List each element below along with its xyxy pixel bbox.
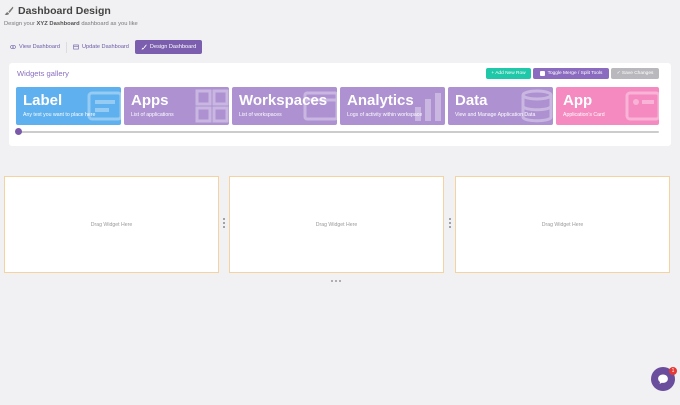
eye-icon	[10, 44, 16, 50]
widget-label[interactable]: Label Any text you want to place here	[16, 87, 121, 125]
widget-description: List of applications	[131, 112, 174, 118]
row-resize-handle[interactable]	[331, 280, 341, 282]
widget-title: Workspaces	[239, 92, 328, 109]
widget-analytics[interactable]: Analytics Logs of activity within worksp…	[340, 87, 445, 125]
toggle-label: Toggle Merge / Split Tools	[547, 71, 603, 76]
widget-strip: Label Any text you want to place here Ap…	[16, 87, 659, 125]
database-icon	[517, 89, 553, 125]
subtitle-prefix: Design your	[4, 21, 37, 27]
drop-zone-label: Drag Widget Here	[90, 221, 133, 228]
widget-description: Any text you want to place here	[23, 112, 96, 118]
tab-view-dashboard[interactable]: View Dashboard	[4, 40, 66, 54]
tab-label: Update Dashboard	[81, 44, 129, 50]
widget-title: Data	[455, 92, 488, 109]
page-subtitle: Design your XYZ Dashboard dashboard as y…	[4, 21, 138, 27]
widget-title: Label	[23, 92, 63, 109]
widget-description: Logs of activity within workspace	[347, 112, 423, 118]
brush-icon	[141, 44, 147, 50]
widget-app-card[interactable]: App Application's Card	[556, 87, 659, 125]
subtitle-suffix: dashboard as you like	[79, 21, 138, 27]
gallery-scroll-handle[interactable]	[15, 128, 22, 135]
toggle-merge-split-button[interactable]: Toggle Merge / Split Tools	[533, 68, 609, 79]
widget-description: Application's Card	[563, 112, 605, 118]
tab-design-dashboard[interactable]: Design Dashboard	[134, 40, 203, 54]
window-icon	[73, 44, 79, 50]
widget-title: Analytics	[347, 92, 414, 109]
drop-zone-label: Drag Widget Here	[541, 221, 584, 228]
widget-title: App	[563, 92, 593, 109]
widget-title: Apps	[131, 92, 169, 109]
tab-update-dashboard[interactable]: Update Dashboard	[67, 40, 135, 54]
tab-label: Design Dashboard	[149, 44, 197, 50]
save-changes-button[interactable]: ✓ Save Changes	[611, 68, 659, 79]
drop-zone-1[interactable]: Drag Widget Here	[4, 176, 219, 273]
toggle-square-icon	[539, 71, 545, 76]
widget-workspaces[interactable]: Workspaces List of workspaces	[232, 87, 337, 125]
tab-label: View Dashboard	[19, 44, 60, 50]
add-new-row-button[interactable]: + Add New Row	[486, 68, 531, 79]
app-card-icon	[623, 89, 659, 125]
page-title: Dashboard Design	[18, 5, 111, 17]
dashboard-name: XYZ Dashboard	[36, 21, 80, 27]
widget-apps[interactable]: Apps List of applications	[124, 87, 229, 125]
title-row: Dashboard Design	[4, 5, 138, 17]
widget-description: List of workspaces	[239, 112, 282, 118]
gallery-title: Widgets gallery	[17, 69, 69, 78]
page-header: Dashboard Design Design your XYZ Dashboa…	[4, 5, 138, 27]
drop-zone-3[interactable]: Drag Widget Here	[455, 176, 670, 273]
gallery-scroll-track[interactable]	[19, 131, 659, 133]
dashboard-tabs: View Dashboard Update Dashboard Design D…	[4, 40, 203, 54]
analytics-icon	[409, 89, 445, 125]
widgets-gallery: Widgets gallery + Add New Row Toggle Mer…	[9, 63, 671, 146]
drop-zone-label: Drag Widget Here	[315, 221, 358, 228]
label-icon	[85, 89, 121, 125]
drop-zone-2[interactable]: Drag Widget Here	[229, 176, 444, 273]
chat-notification-badge: 1	[669, 367, 677, 375]
brush-icon	[4, 6, 14, 16]
column-resize-handle[interactable]	[223, 218, 226, 228]
widget-data[interactable]: Data View and Manage Application Data	[448, 87, 553, 125]
column-resize-handle[interactable]	[449, 218, 452, 228]
widget-description: View and Manage Application Data	[455, 112, 536, 118]
apps-grid-icon	[193, 89, 229, 125]
chat-icon	[657, 373, 669, 385]
